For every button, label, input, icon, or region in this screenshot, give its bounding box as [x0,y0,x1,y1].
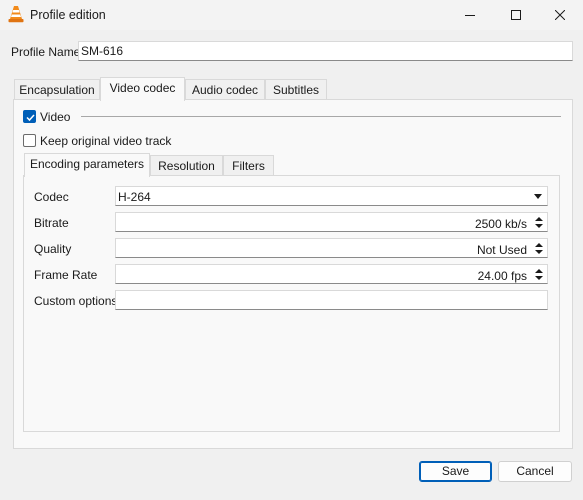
vlc-cone-icon [8,5,24,23]
tab-audio-codec[interactable]: Audio codec [185,79,265,100]
bitrate-label: Bitrate [34,216,69,230]
profile-name-input[interactable] [78,41,573,61]
codec-select[interactable]: H-264 [115,186,548,206]
quality-label: Quality [34,242,72,256]
close-button[interactable] [537,0,583,30]
video-checkbox-label: Video [40,110,71,124]
keep-original-label: Keep original video track [40,134,172,148]
profile-name-label: Profile Name [11,45,81,59]
frame-rate-value: 24.00 fps [477,269,527,283]
dropdown-arrow-icon [534,194,542,199]
title-bar: Profile edition [0,0,583,30]
spin-arrows-icon[interactable] [533,241,545,256]
custom-options-label: Custom options [34,294,118,308]
video-separator [81,116,561,117]
spin-arrows-icon[interactable] [533,267,545,282]
spin-arrows-icon[interactable] [533,215,545,230]
save-button[interactable]: Save [419,461,492,482]
maximize-icon [511,10,521,20]
frame-rate-spinbox[interactable]: 24.00 fps [115,264,548,284]
quality-value: Not Used [476,243,527,257]
tab-encapsulation[interactable]: Encapsulation [14,79,100,100]
custom-options-input[interactable] [115,290,548,310]
minimize-button[interactable] [447,0,493,30]
minimize-icon [465,15,475,16]
cancel-button[interactable]: Cancel [498,461,572,482]
video-codec-panel: Video Keep original video track Encoding… [13,99,573,449]
tab-filters[interactable]: Filters [223,155,274,176]
codec-label: Codec [34,190,69,204]
codec-value: H-264 [118,190,151,204]
tab-video-codec[interactable]: Video codec [100,77,185,101]
window-title: Profile edition [30,8,106,22]
keep-original-checkbox[interactable] [23,134,36,147]
close-icon [555,10,565,20]
bitrate-spinbox[interactable]: 2500 kb/s [115,212,548,232]
tab-encoding-parameters[interactable]: Encoding parameters [24,153,150,177]
frame-rate-label: Frame Rate [34,268,98,282]
quality-spinbox[interactable]: Not Used [115,238,548,258]
checkmark-icon [26,114,35,122]
video-checkbox[interactable] [23,110,36,123]
tab-subtitles[interactable]: Subtitles [265,79,327,100]
bitrate-value: 2500 kb/s [474,217,527,231]
tab-resolution[interactable]: Resolution [150,155,223,176]
encoding-parameters-panel: Codec H-264 Bitrate 2500 kb/s Quality No… [23,175,560,432]
maximize-button[interactable] [493,0,539,30]
